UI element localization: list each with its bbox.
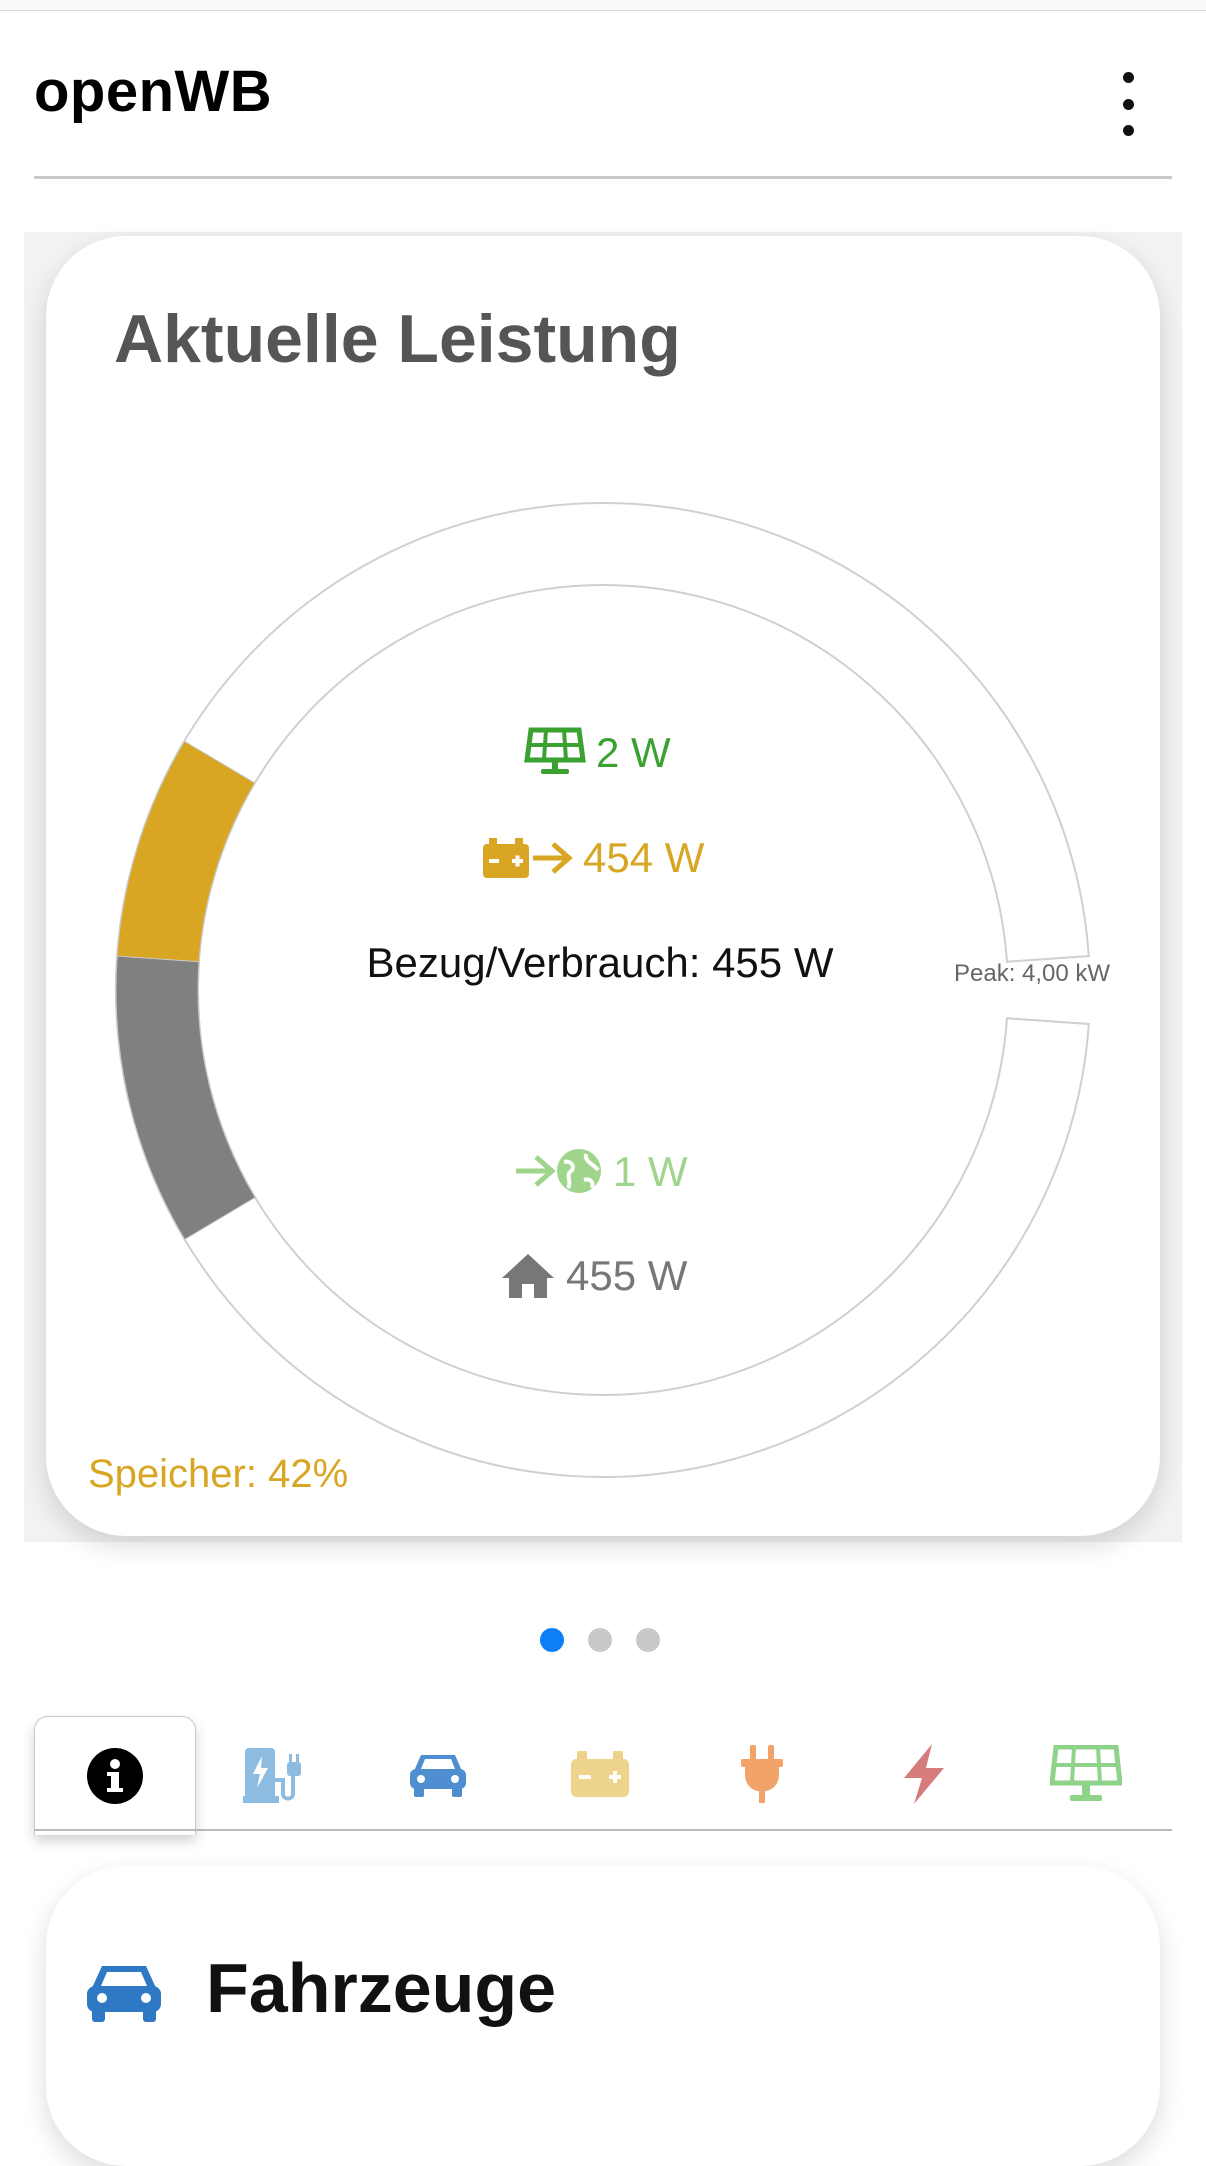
- charging-station-icon: [243, 1748, 301, 1803]
- tab-chargepoints[interactable]: [196, 1716, 356, 1832]
- tab-vehicles[interactable]: [358, 1716, 518, 1832]
- house-power-value: 455 W: [566, 1252, 688, 1299]
- pv-power-value: 2 W: [596, 729, 671, 776]
- bolt-icon: [904, 1744, 944, 1804]
- grid-import-icon: [516, 1149, 601, 1193]
- usage-arc-outline: [116, 956, 1089, 1477]
- tab-bar: [34, 1716, 1172, 1835]
- house-icon: [502, 1254, 554, 1298]
- carousel-indicators: [540, 1628, 666, 1652]
- power-gauge-chart: 2 W 454 W Bezug/Verbrauch: 455 W Peak: 4…: [0, 0, 1110, 1540]
- solar-panel-icon: [524, 727, 586, 774]
- tab-info[interactable]: [34, 1716, 196, 1835]
- storage-soc-label: Speicher: 42%: [88, 1452, 349, 1496]
- battery-discharge-icon: [483, 838, 573, 878]
- peak-label: Peak: 4,00 kW: [954, 960, 1110, 987]
- battery-power-value: 454 W: [583, 834, 705, 881]
- plug-icon: [741, 1745, 783, 1803]
- tab-bar-divider: [34, 1829, 1172, 1831]
- tab-counters[interactable]: [844, 1716, 1004, 1832]
- carousel-dot-2[interactable]: [588, 1628, 612, 1652]
- consumption-label: Bezug/Verbrauch: 455 W: [367, 939, 834, 986]
- vehicles-card-title: Fahrzeuge: [206, 1949, 557, 2027]
- info-icon: [87, 1748, 143, 1804]
- tab-devices[interactable]: [682, 1716, 842, 1832]
- battery-icon: [571, 1751, 629, 1797]
- tab-pv[interactable]: [1006, 1716, 1166, 1832]
- tab-battery[interactable]: [520, 1716, 680, 1832]
- carousel-dot-1[interactable]: [540, 1628, 564, 1652]
- car-icon: [87, 1966, 161, 2022]
- carousel-dot-3[interactable]: [636, 1628, 660, 1652]
- car-icon: [410, 1755, 466, 1797]
- house-arc-segment: [115, 955, 256, 1241]
- grid-power-value: 1 W: [613, 1148, 688, 1195]
- solar-panel-icon: [1050, 1745, 1122, 1801]
